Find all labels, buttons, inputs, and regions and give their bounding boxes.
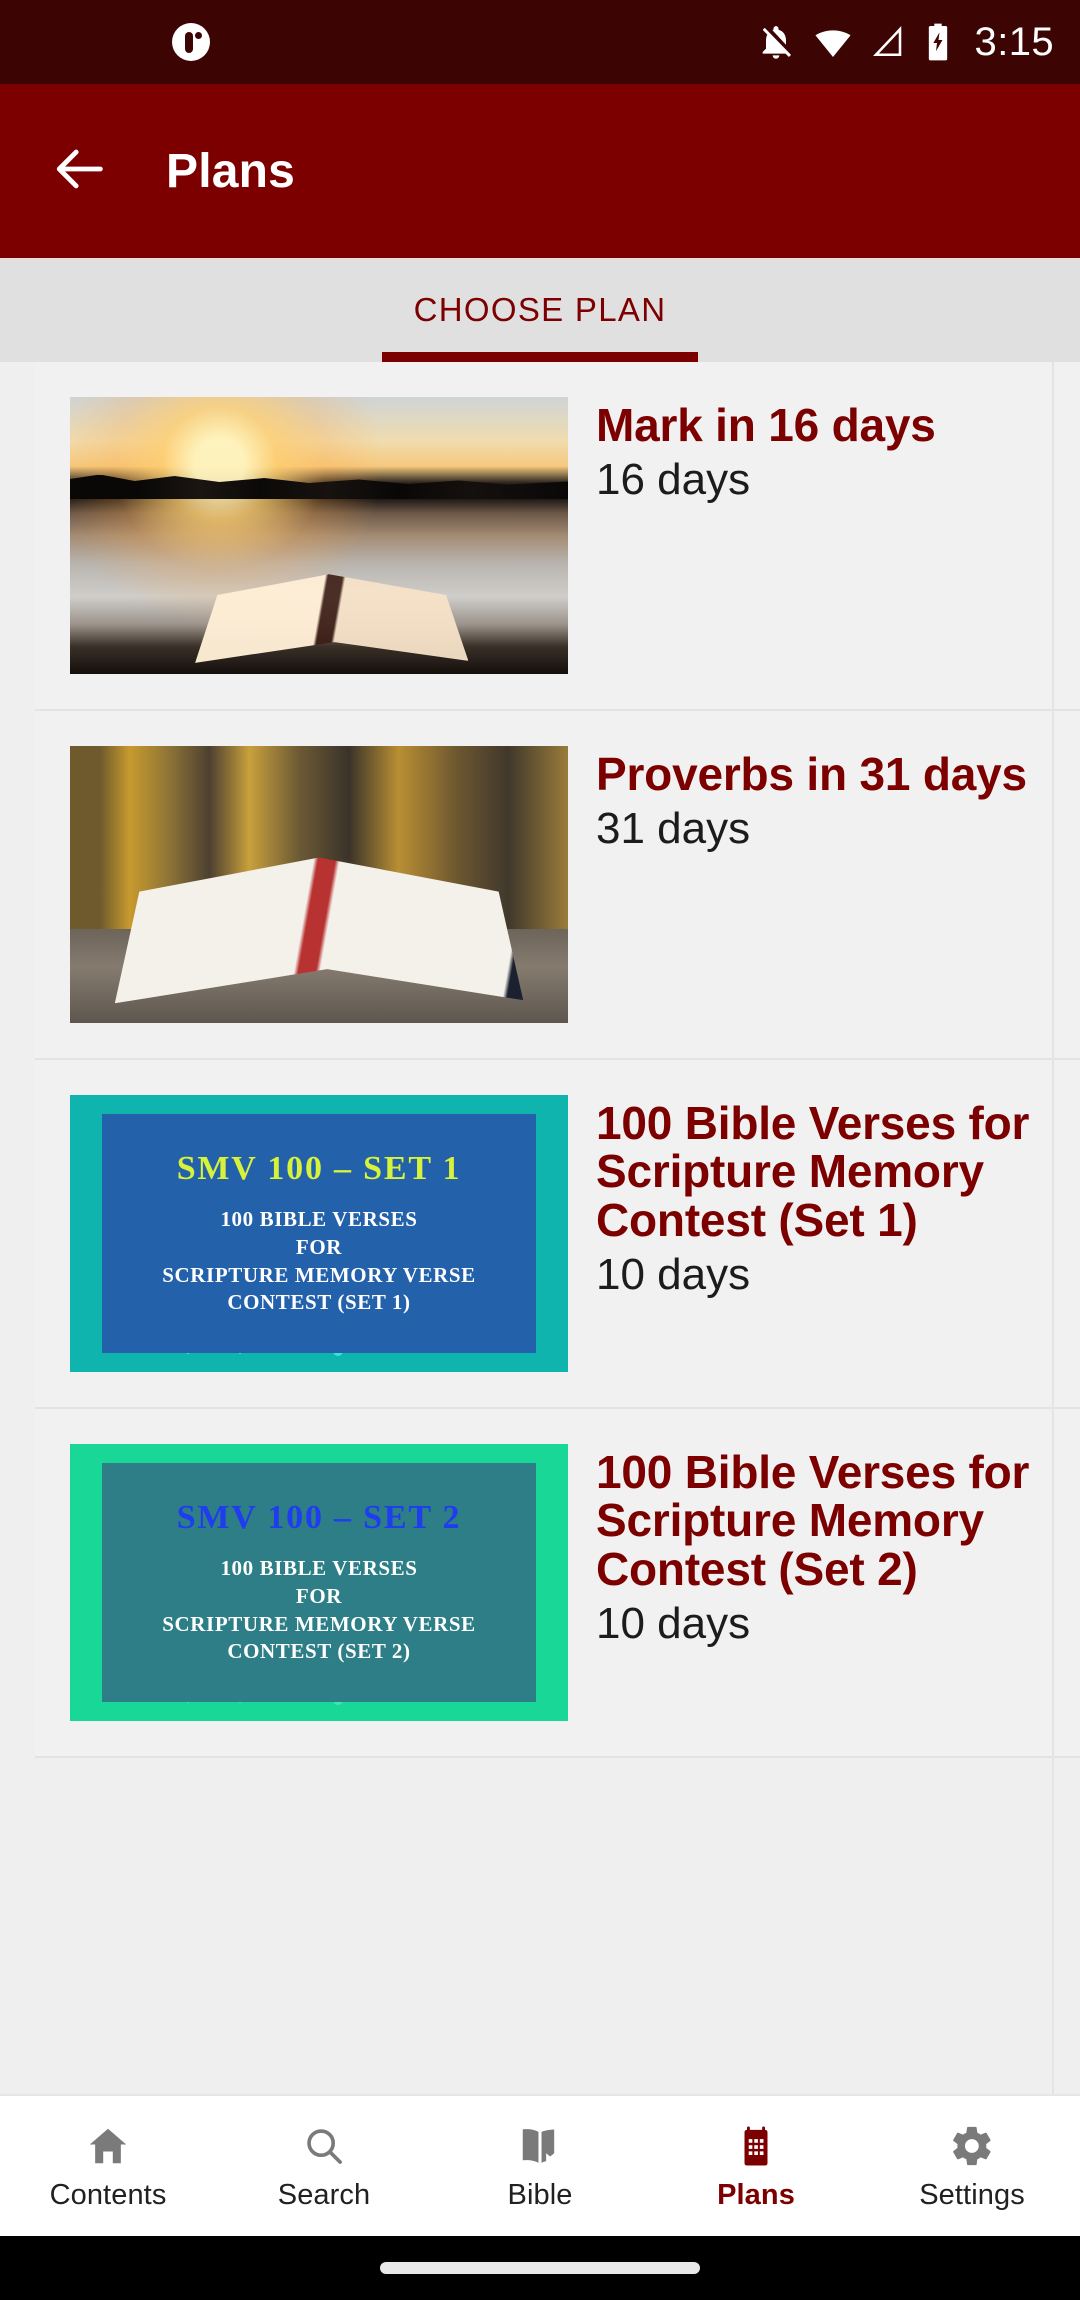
plan-thumbnail — [70, 397, 568, 674]
poster-line: SCRIPTURE MEMORY VERSE — [162, 1611, 476, 1636]
poster-inner: SMV 100 – SET 2 100 BIBLE VERSES FOR SCR… — [102, 1463, 536, 1702]
plan-text: Mark in 16 days 16 days — [568, 397, 1080, 505]
poster-line: CONTEST (SET 1) — [227, 1290, 411, 1315]
nav-label-plans: Plans — [717, 2178, 795, 2211]
poster-line: 100 BIBLE VERSES — [220, 1556, 418, 1581]
search-icon — [301, 2121, 347, 2171]
tab-choose-plan[interactable]: CHOOSE PLAN — [382, 258, 698, 362]
gear-icon — [949, 2121, 995, 2171]
plan-duration: 31 days — [596, 804, 751, 854]
plan-text: 100 Bible Verses for Scripture Memory Co… — [568, 1095, 1080, 1299]
nav-label-contents: Contents — [49, 2178, 167, 2211]
gesture-pill[interactable] — [380, 2262, 700, 2274]
poster-line: 100 BIBLE VERSES — [220, 1207, 418, 1232]
app-bar: Plans — [0, 84, 1080, 258]
list-item[interactable]: SMV 100 – SET 1 100 BIBLE VERSES FOR SCR… — [35, 1060, 1080, 1409]
tab-active-indicator — [382, 352, 698, 362]
arrow-left-icon — [52, 140, 110, 203]
status-bar-left — [0, 23, 210, 61]
plan-title: Proverbs in 31 days — [596, 748, 1027, 800]
list-item[interactable]: Proverbs in 31 days 31 days — [35, 711, 1080, 1060]
poster-line: FOR — [295, 1234, 343, 1259]
nav-item-bible[interactable]: Bible — [432, 2096, 648, 2236]
poster-heading: SMV 100 – SET 1 — [176, 1150, 462, 1188]
plan-text: 100 Bible Verses for Scripture Memory Co… — [568, 1444, 1080, 1648]
plan-duration: 10 days — [596, 1598, 751, 1648]
nav-label-search: Search — [277, 2178, 371, 2211]
home-icon — [85, 2121, 131, 2171]
wifi-icon — [813, 22, 853, 62]
poster-line: SCRIPTURE MEMORY VERSE — [162, 1262, 476, 1287]
poster-heading: SMV 100 – SET 2 — [176, 1499, 462, 1537]
battery-charging-icon — [923, 22, 953, 62]
plan-list[interactable]: Mark in 16 days 16 days Proverbs in 31 d… — [0, 362, 1080, 2094]
open-bible-autumn-photo — [70, 746, 568, 1023]
page-title: Plans — [166, 144, 296, 198]
smv-set1-poster: SMV 100 – SET 1 100 BIBLE VERSES FOR SCR… — [70, 1095, 568, 1372]
plans-screen: 3:15 Plans CHOOSE PLAN Mark in 16 days 1… — [0, 0, 1080, 2300]
plan-title: 100 Bible Verses for Scripture Memory Co… — [596, 1446, 1030, 1595]
plan-thumbnail: SMV 100 – SET 2 100 BIBLE VERSES FOR SCR… — [70, 1444, 568, 1721]
poster-body: 100 BIBLE VERSES FOR SCRIPTURE MEMORY VE… — [162, 1206, 476, 1317]
sunset-lake-bible-photo — [70, 397, 568, 674]
nav-item-contents[interactable]: Contents — [0, 2096, 216, 2236]
smv-set2-poster: SMV 100 – SET 2 100 BIBLE VERSES FOR SCR… — [70, 1444, 568, 1721]
plan-text: Proverbs in 31 days 31 days — [568, 746, 1080, 854]
calendar-icon — [733, 2121, 779, 2171]
tab-choose-plan-label: CHOOSE PLAN — [413, 291, 667, 328]
nav-item-settings[interactable]: Settings — [864, 2096, 1080, 2236]
plan-title: Mark in 16 days — [596, 399, 936, 451]
open-book-icon — [517, 2121, 563, 2171]
back-button[interactable] — [48, 138, 114, 204]
status-bar-clock: 3:15 — [974, 19, 1054, 64]
gesture-navigation-bar — [0, 2236, 1080, 2300]
nav-item-plans[interactable]: Plans — [648, 2096, 864, 2236]
notification-off-icon — [756, 22, 796, 62]
cell-signal-icon — [870, 22, 906, 62]
list-item[interactable]: Mark in 16 days 16 days — [35, 362, 1080, 711]
plan-duration: 16 days — [596, 455, 751, 505]
poster-line: CONTEST (SET 2) — [227, 1639, 411, 1664]
list-item[interactable]: SMV 100 – SET 2 100 BIBLE VERSES FOR SCR… — [35, 1409, 1080, 1758]
status-bar-right: 3:15 — [756, 20, 1054, 65]
poster-inner: SMV 100 – SET 1 100 BIBLE VERSES FOR SCR… — [102, 1114, 536, 1353]
scroll-edge — [1052, 362, 1054, 2094]
bottom-navigation: Contents Search Bible Plans Settings — [0, 2094, 1080, 2236]
nav-label-bible: Bible — [507, 2178, 573, 2211]
poster-body: 100 BIBLE VERSES FOR SCRIPTURE MEMORY VE… — [162, 1555, 476, 1666]
plan-thumbnail — [70, 746, 568, 1023]
nav-label-settings: Settings — [919, 2178, 1025, 2211]
plan-thumbnail: SMV 100 – SET 1 100 BIBLE VERSES FOR SCR… — [70, 1095, 568, 1372]
status-bar: 3:15 — [0, 0, 1080, 84]
notification-dot-icon — [172, 23, 210, 61]
poster-line: FOR — [295, 1583, 343, 1608]
plan-duration: 10 days — [596, 1249, 751, 1299]
tab-bar: CHOOSE PLAN — [0, 258, 1080, 362]
nav-item-search[interactable]: Search — [216, 2096, 432, 2236]
plan-title: 100 Bible Verses for Scripture Memory Co… — [596, 1097, 1030, 1246]
